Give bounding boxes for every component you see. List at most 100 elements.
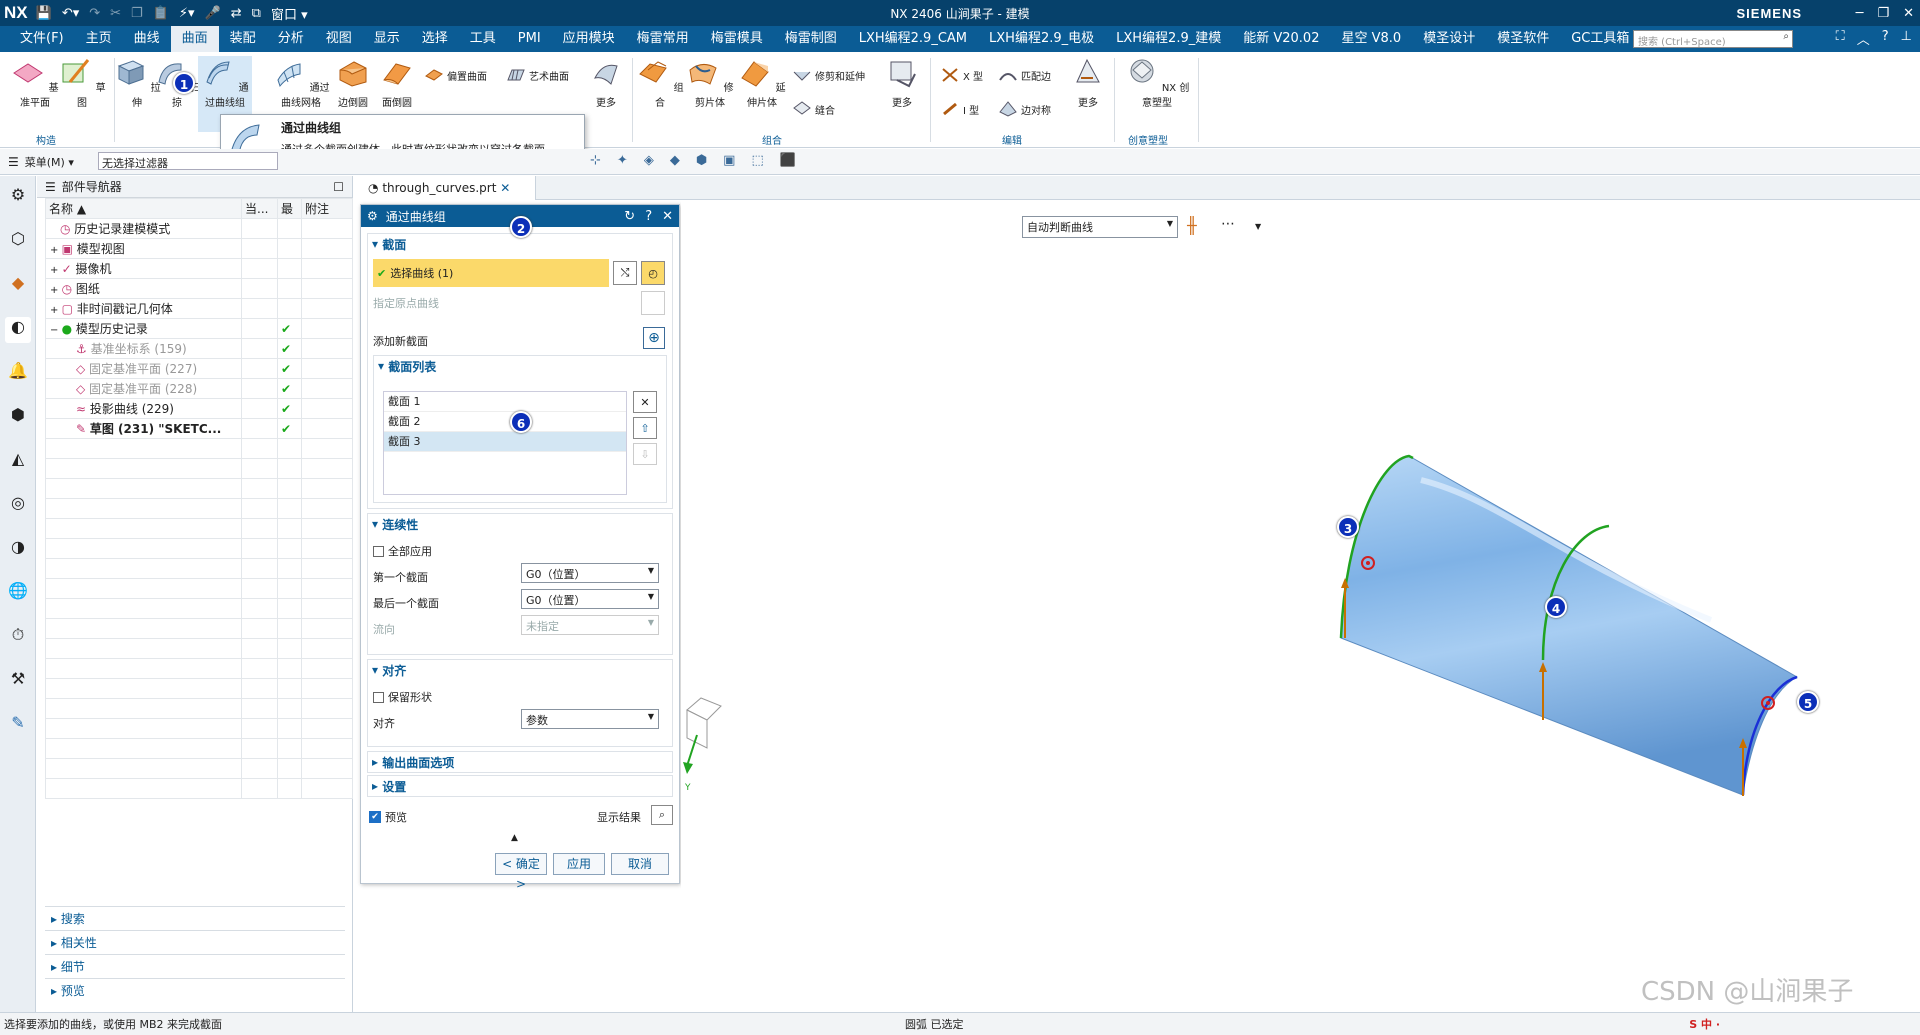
hamburger-icon[interactable]: ☰	[0, 155, 19, 169]
move-up-button[interactable]: ⇧	[633, 417, 657, 439]
tree-row[interactable]: + ▢ 非时间戳记几何体	[45, 298, 353, 319]
microphone-icon[interactable]: 🎤	[205, 6, 221, 21]
help-icon[interactable]: ?	[1882, 29, 1889, 48]
reset-icon[interactable]: ↻	[624, 209, 635, 224]
keep-shape-checkbox[interactable]: 保留形状	[373, 689, 432, 705]
column-latest[interactable]: 最	[277, 198, 302, 219]
menu-tab-11[interactable]: 梅雷常用	[626, 26, 700, 52]
tree-row[interactable]: ✎ 草图 (231) "SKETC... ✔	[45, 418, 353, 439]
menu-tab-0[interactable]: 主页	[75, 26, 123, 52]
tree-row[interactable]: + ▣ 模型视图	[45, 238, 353, 259]
add-section-button[interactable]: ⊕	[643, 327, 665, 349]
tools-icon[interactable]: ⚒	[5, 669, 31, 695]
trim-sheet-button[interactable]: 修剪片体	[682, 56, 738, 109]
show-result-button[interactable]: ⌕	[651, 805, 673, 825]
menu-tab-4[interactable]: 分析	[267, 26, 315, 52]
expand-toggle-icon[interactable]: −	[50, 325, 62, 336]
menu-tab-12[interactable]: 梅雷模具	[700, 26, 774, 52]
combine-button[interactable]: 组合	[636, 56, 684, 109]
nx-realize-shape-button[interactable]: NX 创意塑型	[1120, 56, 1194, 109]
snap-icon[interactable]: ⊹	[590, 153, 601, 168]
navigator-panel-2[interactable]: ▸ 细节	[45, 954, 345, 978]
part-navigator-icon[interactable]: ◆	[5, 273, 31, 299]
navigator-panel-1[interactable]: ▸ 相关性	[45, 930, 345, 954]
menu-tab-8[interactable]: 工具	[459, 26, 507, 52]
touch-mode-icon[interactable]: ⇄	[231, 6, 242, 21]
offset-surface-button[interactable]: 偏置曲面	[424, 66, 487, 84]
alignment-dropdown[interactable]: 参数 ▼	[521, 709, 659, 729]
menu-tab-10[interactable]: 应用模块	[552, 26, 626, 52]
navigator-panel-3[interactable]: ▸ 预览	[45, 978, 345, 1002]
navigator-panel-0[interactable]: ▸ 搜索	[45, 906, 345, 930]
tree-row[interactable]: + ✓ 摄像机	[45, 258, 353, 279]
through-curves-surface[interactable]	[1340, 455, 1799, 796]
menu-tab-7[interactable]: 选择	[411, 26, 459, 52]
roles-icon[interactable]: ◑	[5, 537, 31, 563]
expand-toggle-icon[interactable]: +	[50, 245, 62, 256]
expand-toggle-icon[interactable]: +	[50, 305, 62, 316]
column-name[interactable]: 名称 ▲	[45, 198, 242, 219]
maximize-icon[interactable]: ☐	[333, 180, 344, 194]
through-curve-mesh-button[interactable]: 通过曲线网格	[268, 56, 334, 109]
collapse-ribbon-icon[interactable]: ︿	[1857, 29, 1870, 48]
move-down-button[interactable]: ⇩	[633, 443, 657, 465]
tab-through-curves-prt[interactable]: ◔ through_curves.prt ✕	[360, 176, 536, 200]
origin-curve-label[interactable]: 指定原点曲线	[373, 295, 439, 311]
repeat-command-icon[interactable]: ⚡▾	[179, 6, 195, 21]
art-surface-button[interactable]: 艺术曲面	[506, 66, 569, 84]
undo-icon[interactable]: ↶▾	[62, 6, 79, 21]
collapse-icon[interactable]: ▾	[372, 663, 378, 677]
ime-icon[interactable]: S 中 ·	[1689, 1016, 1720, 1032]
globe-icon[interactable]: 🌐	[5, 581, 31, 607]
custom-tool-icon[interactable]: ✎	[5, 713, 31, 739]
face-blend-button[interactable]: 面倒圆	[374, 56, 420, 109]
window-switch-icon[interactable]: ⧉	[252, 6, 261, 21]
sketch-button[interactable]: 草图	[55, 56, 109, 109]
copy-icon[interactable]: ❐	[131, 6, 143, 21]
last-section-dropdown[interactable]: G0（位置） ▼	[521, 589, 659, 609]
apply-all-checkbox[interactable]: 全部应用	[373, 543, 432, 559]
collapse-arrow-icon[interactable]: ▲	[511, 833, 518, 843]
section-list-item[interactable]: 截面 2	[384, 412, 626, 432]
component-select-icon[interactable]: ▣	[723, 153, 735, 168]
redo-icon[interactable]: ↷	[89, 6, 100, 21]
minimize-icon[interactable]: ─	[1856, 6, 1864, 21]
more-surface-button[interactable]: 更多	[584, 56, 628, 109]
close-icon[interactable]: ✕	[1903, 6, 1914, 21]
menu-tab-5[interactable]: 视图	[315, 26, 363, 52]
tree-row[interactable]: ⚓ 基准坐标系 (159) ✔	[45, 338, 353, 359]
history-icon[interactable]: ◐	[5, 317, 31, 343]
tree-row[interactable]: ≈ 投影曲线 (229) ✔	[45, 398, 353, 419]
curve-rule-button[interactable]: ◴	[641, 261, 665, 285]
box-select-icon[interactable]: ⬚	[751, 153, 763, 168]
edge-symmetry-button[interactable]: 边对称	[998, 100, 1051, 118]
command-search-input[interactable]: 搜索 (Ctrl+Space) ⌕	[1633, 30, 1793, 48]
collapse-icon[interactable]: ▾	[372, 237, 378, 251]
menu-tab-19[interactable]: 模圣设计	[1412, 26, 1486, 52]
paste-icon[interactable]: 📋	[153, 6, 169, 21]
save-icon[interactable]: 💾	[36, 6, 52, 21]
graphics-viewport[interactable]: 自动判断曲线 ▼ ╫ ⋯ ▼ Y CSDN @山涧果子	[681, 200, 1920, 1012]
menu-tab-16[interactable]: LXH编程2.9_建模	[1105, 26, 1232, 52]
menu-tab-3[interactable]: 装配	[219, 26, 267, 52]
wcs-triad[interactable]: Y	[683, 697, 722, 793]
clock-icon[interactable]: ⏱	[5, 625, 31, 651]
collapse-icon[interactable]: ▾	[372, 517, 378, 531]
cut-icon[interactable]: ✂	[110, 6, 121, 21]
tree-row[interactable]: ◇ 固定基准平面 (227) ✔	[45, 358, 353, 379]
pin-icon[interactable]: ⊥	[1901, 29, 1912, 48]
expand-toggle-icon[interactable]: +	[50, 285, 62, 296]
selection-filter-dropdown[interactable]: 无选择过滤器	[98, 152, 278, 170]
column-current[interactable]: 当...	[241, 198, 278, 219]
file-menu[interactable]: 文件(F)	[0, 26, 75, 52]
cancel-button[interactable]: 取消	[611, 853, 669, 875]
fullscreen-icon[interactable]: ⛶	[1836, 29, 1845, 48]
tree-row[interactable]: + ◷ 图纸	[45, 278, 353, 299]
menu-tab-9[interactable]: PMI	[507, 26, 552, 52]
point-icon[interactable]: ✦	[617, 153, 628, 168]
menu-tab-2[interactable]: 曲面	[170, 26, 219, 52]
tab-close-icon[interactable]: ✕	[500, 181, 510, 195]
match-edge-button[interactable]: 匹配边	[998, 66, 1051, 84]
face-select-icon[interactable]: ◆	[670, 153, 680, 168]
section-list-item[interactable]: 截面 1	[384, 392, 626, 412]
